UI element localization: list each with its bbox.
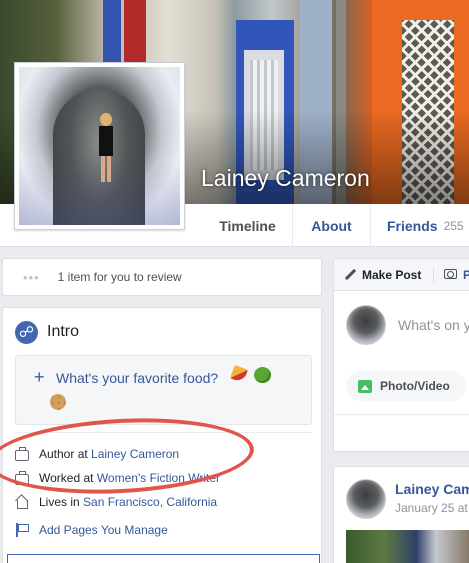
photo-video-label: Photo/Video bbox=[380, 379, 450, 393]
tab-label: Timeline bbox=[219, 217, 276, 234]
post-composer: Make Post P What's on y Photo/Video bbox=[333, 258, 469, 452]
make-post-label: Make Post bbox=[362, 268, 422, 282]
photo-person-head bbox=[100, 113, 112, 126]
flag-icon bbox=[15, 523, 29, 537]
more-dots-icon: ••• bbox=[23, 269, 40, 285]
photo-video-button[interactable]: Photo/Video bbox=[346, 371, 466, 401]
divider bbox=[433, 267, 434, 283]
apple-icon bbox=[254, 367, 271, 383]
post-timestamp[interactable]: January 25 at bbox=[395, 501, 468, 515]
post-author-link[interactable]: Lainey Cam bbox=[395, 481, 469, 497]
add-pages-link[interactable]: Add Pages You Manage bbox=[15, 523, 168, 537]
location-link[interactable]: San Francisco, California bbox=[83, 495, 217, 509]
tab-about[interactable]: About bbox=[293, 204, 371, 247]
intro-title: Intro bbox=[47, 323, 80, 340]
post-card: Lainey Cam January 25 at bbox=[333, 466, 469, 563]
photo-person-legs bbox=[101, 156, 111, 182]
pencil-icon bbox=[344, 269, 356, 281]
post-image[interactable] bbox=[346, 530, 469, 563]
make-post-tab[interactable]: Make Post bbox=[344, 268, 421, 282]
photo-icon bbox=[358, 379, 372, 393]
tab-label: About bbox=[311, 217, 352, 234]
camera-icon[interactable] bbox=[444, 269, 457, 279]
favorite-food-text: What's your favorite food? bbox=[56, 370, 219, 386]
avatar[interactable] bbox=[346, 305, 386, 345]
cover-building bbox=[124, 0, 146, 70]
photo-person-body bbox=[99, 126, 113, 156]
photo-person bbox=[97, 113, 115, 185]
review-items-card[interactable]: ••• 1 item for you to review bbox=[2, 258, 322, 296]
favorite-food-prompt[interactable]: + What's your favorite food? bbox=[15, 355, 312, 425]
profile-picture[interactable] bbox=[14, 62, 185, 230]
friends-count: 255 bbox=[443, 218, 464, 233]
divider bbox=[334, 414, 469, 415]
globe-icon: ☍ bbox=[15, 321, 38, 344]
tab-label: Friends bbox=[387, 217, 438, 234]
cookie-icon bbox=[50, 394, 66, 410]
edit-details-button[interactable] bbox=[7, 554, 320, 563]
post-input-placeholder[interactable]: What's on y bbox=[398, 317, 469, 333]
tab-friends[interactable]: Friends 255 bbox=[371, 204, 469, 247]
intro-row-prefix: Lives in bbox=[39, 495, 80, 509]
house-icon bbox=[15, 495, 29, 509]
intro-row-lives: Lives in San Francisco, California bbox=[15, 495, 217, 509]
review-text: 1 item for you to review bbox=[57, 270, 182, 284]
photo-tab-label[interactable]: P bbox=[463, 268, 469, 282]
tab-timeline[interactable]: Timeline bbox=[203, 204, 293, 247]
avatar[interactable] bbox=[346, 479, 386, 519]
pizza-icon bbox=[230, 365, 248, 383]
plus-icon: + bbox=[34, 367, 45, 387]
profile-photo bbox=[19, 67, 180, 225]
add-pages-text: Add Pages You Manage bbox=[39, 523, 168, 537]
composer-tabs: Make Post P bbox=[334, 259, 469, 291]
profile-name[interactable]: Lainey Cameron bbox=[201, 165, 370, 192]
